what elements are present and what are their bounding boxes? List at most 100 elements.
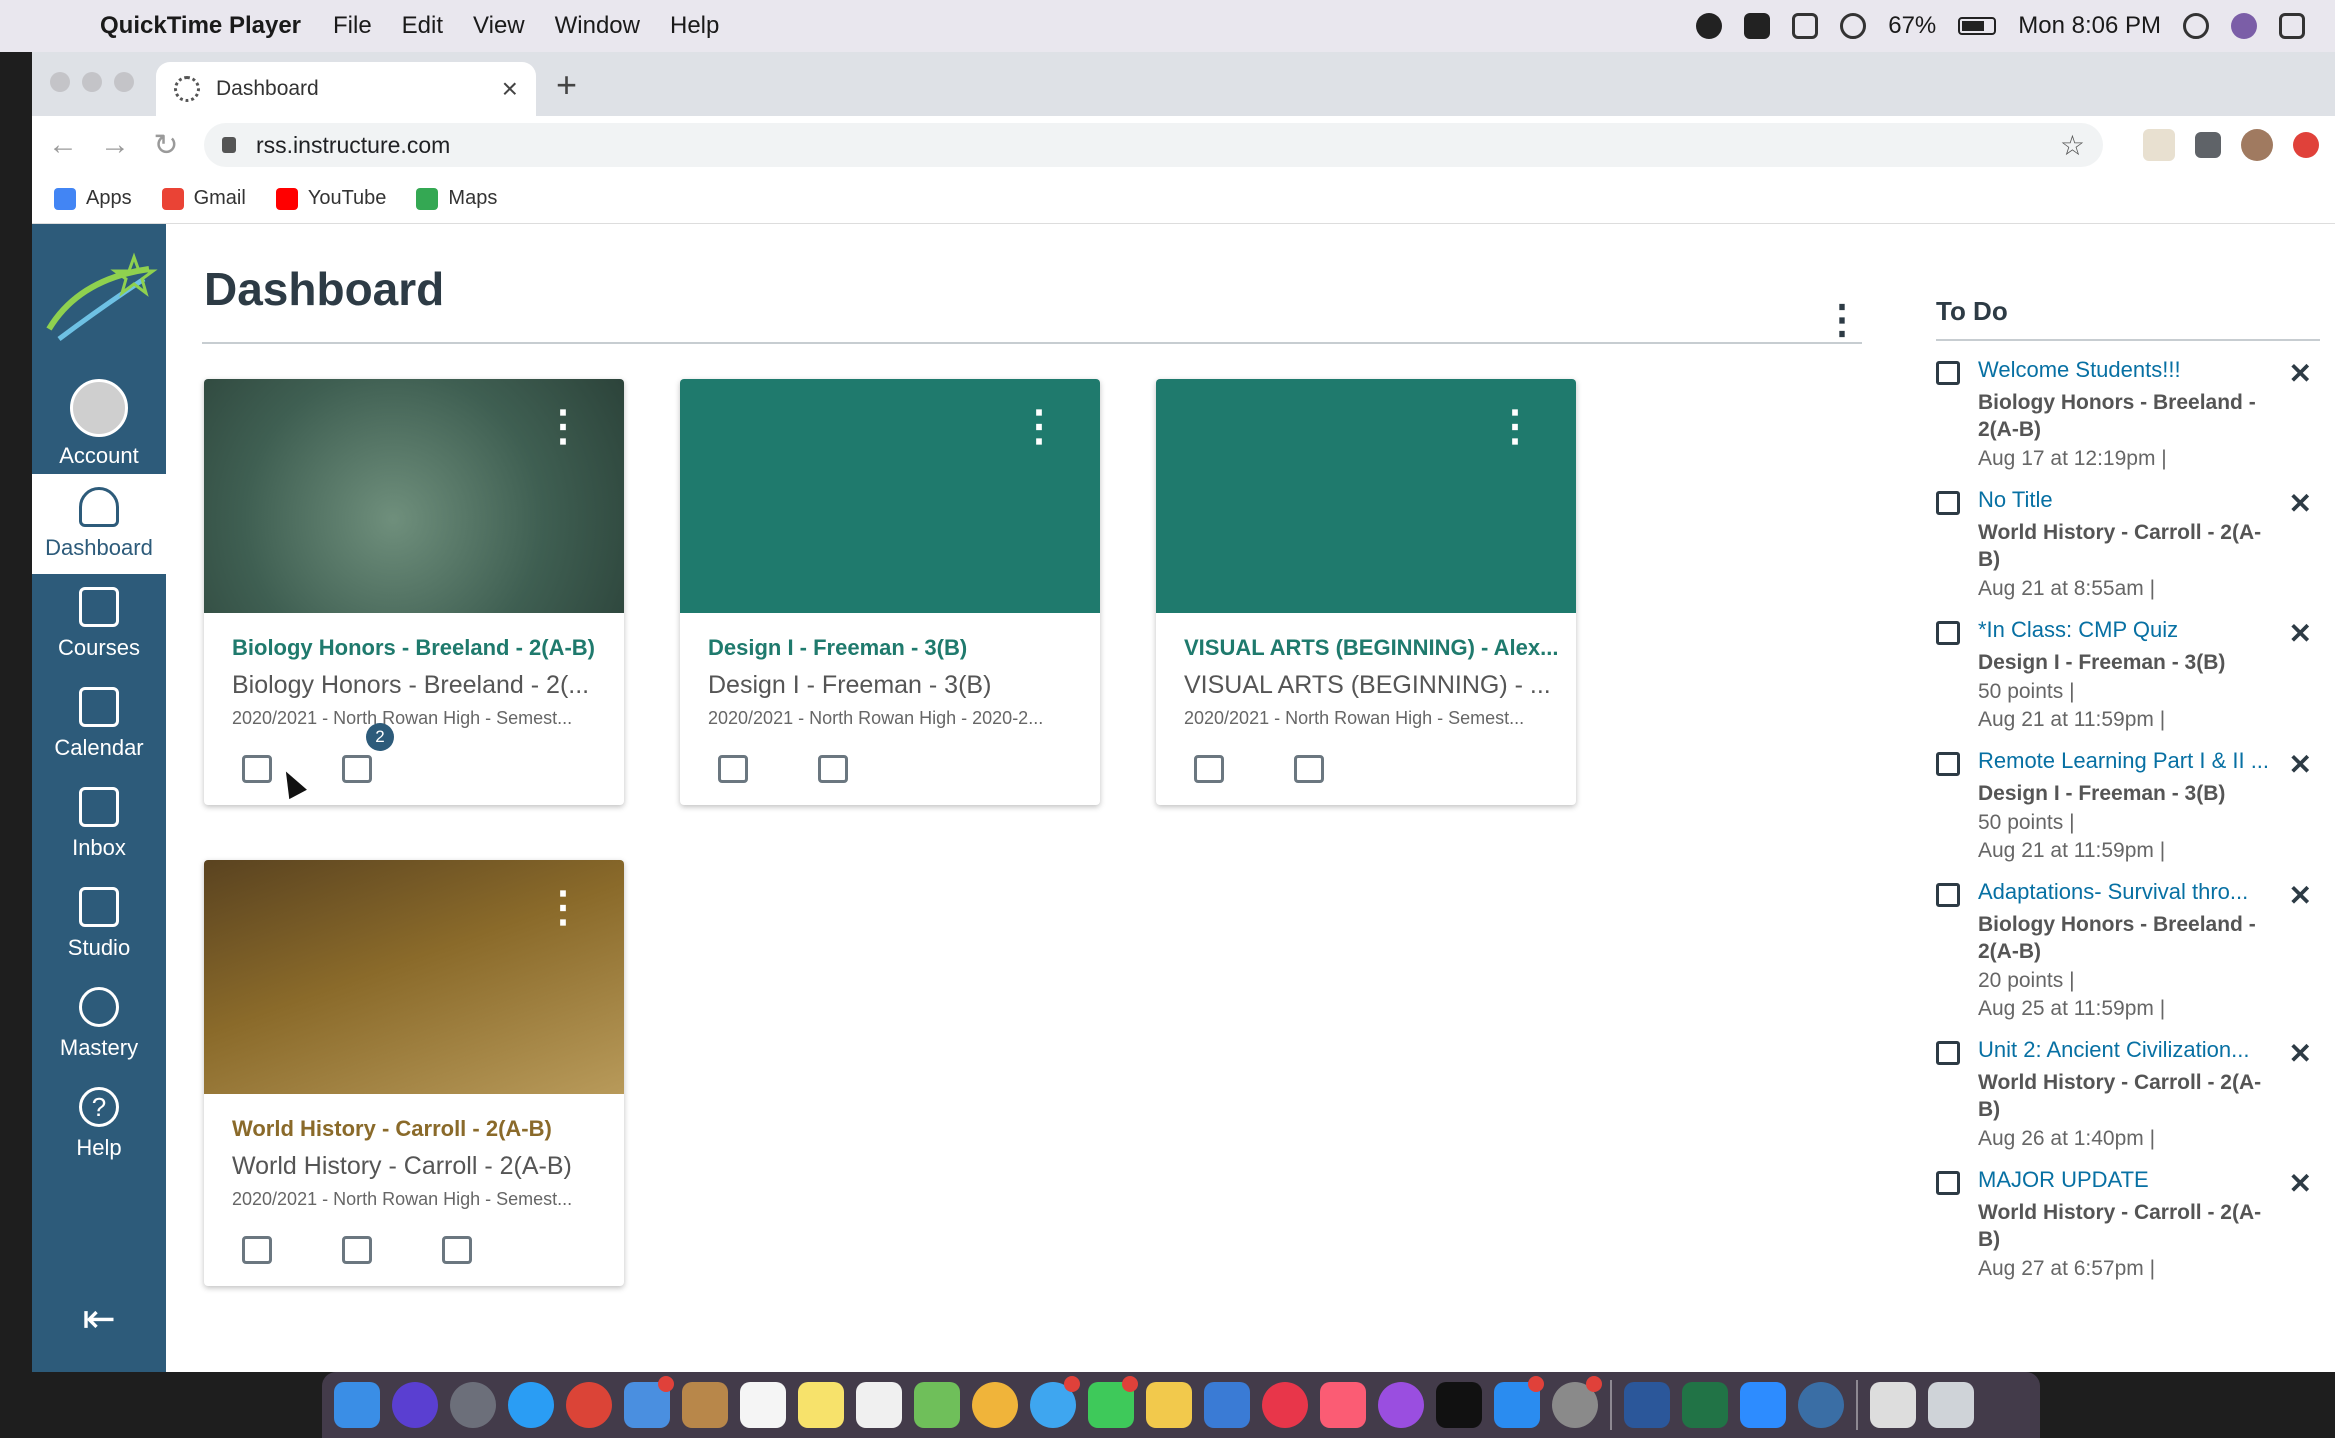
bookmark-gmail[interactable]: Gmail [161, 187, 246, 210]
photos-icon[interactable] [972, 1382, 1018, 1428]
course-card[interactable]: ⋮ Design I - Freeman - 3(B) Design I - F… [680, 379, 1100, 805]
back-icon[interactable]: ← [48, 128, 78, 162]
minimize-window-button[interactable] [82, 72, 102, 92]
wifi-icon[interactable] [1840, 13, 1867, 39]
finder-icon[interactable] [334, 1382, 380, 1428]
menu-edit[interactable]: Edit [402, 12, 443, 40]
music-icon[interactable] [1320, 1382, 1366, 1428]
bookmark-maps[interactable]: Maps [416, 187, 497, 210]
nav-studio[interactable]: Studio [32, 874, 166, 974]
course-card[interactable]: ⋮ VISUAL ARTS (BEGINNING) - Alex... VISU… [1156, 379, 1576, 805]
extension-icon[interactable] [2143, 129, 2175, 161]
card-title[interactable]: World History - Carroll - 2(A-B) [232, 1116, 624, 1142]
stop-recording-icon[interactable] [1696, 13, 1723, 39]
discussions-icon[interactable] [342, 755, 372, 783]
menu-help[interactable]: Help [670, 12, 719, 40]
trash-icon[interactable] [1928, 1382, 1974, 1428]
dashboard-options-icon[interactable]: ⋮ [1822, 300, 1862, 340]
zoom-icon[interactable] [1740, 1382, 1786, 1428]
dismiss-icon[interactable]: ✕ [2289, 748, 2312, 781]
keynote-icon[interactable] [1204, 1382, 1250, 1428]
card-options-icon[interactable]: ⋮ [542, 886, 584, 928]
discussions-icon[interactable] [442, 1236, 472, 1264]
todo-link[interactable]: Unit 2: Ancient Civilization... [1978, 1037, 2280, 1063]
spotlight-search-icon[interactable] [2183, 13, 2209, 39]
forward-icon[interactable]: → [100, 128, 130, 162]
safari-icon[interactable] [508, 1382, 554, 1428]
reload-icon[interactable]: ↻ [152, 128, 180, 163]
card-options-icon[interactable]: ⋮ [1494, 405, 1536, 447]
update-icon[interactable] [2293, 132, 2319, 158]
mail-icon[interactable] [624, 1376, 674, 1428]
menu-view[interactable]: View [473, 12, 525, 40]
assignments-icon[interactable] [342, 1236, 372, 1264]
nav-mastery[interactable]: Mastery [32, 974, 166, 1074]
zoom-window-button[interactable] [114, 72, 134, 92]
collapse-nav-icon[interactable]: ⇤ [32, 1296, 166, 1342]
todo-link[interactable]: Remote Learning Part I & II ... [1978, 748, 2280, 774]
app-name-menu[interactable]: QuickTime Player [100, 12, 301, 40]
siri-icon[interactable] [2231, 13, 2257, 39]
tab-dashboard[interactable]: Dashboard × [156, 62, 536, 116]
nav-inbox[interactable]: Inbox [32, 774, 166, 874]
profile-avatar[interactable] [2241, 129, 2273, 161]
screen-recorder-icon[interactable] [1744, 13, 1771, 39]
siri-dock-icon[interactable] [392, 1382, 438, 1428]
calendar-dock-icon[interactable] [740, 1382, 786, 1428]
todo-link[interactable]: *In Class: CMP Quiz [1978, 617, 2280, 643]
close-window-button[interactable] [50, 72, 70, 92]
school-logo[interactable] [32, 224, 166, 374]
dismiss-icon[interactable]: ✕ [2289, 617, 2312, 650]
card-options-icon[interactable]: ⋮ [542, 405, 584, 447]
news-icon[interactable] [1262, 1382, 1308, 1428]
dismiss-icon[interactable]: ✕ [2289, 487, 2312, 520]
todo-link[interactable]: No Title [1978, 487, 2280, 513]
dismiss-icon[interactable]: ✕ [2289, 357, 2312, 390]
apple-tv-icon[interactable] [1436, 1382, 1482, 1428]
todo-link[interactable]: Adaptations- Survival thro... [1978, 879, 2280, 905]
contacts-icon[interactable] [682, 1382, 728, 1428]
todo-link[interactable]: MAJOR UPDATE [1978, 1167, 2280, 1193]
chrome-icon[interactable] [566, 1382, 612, 1428]
podcasts-icon[interactable] [1378, 1382, 1424, 1428]
system-preferences-icon[interactable] [1552, 1376, 1602, 1428]
card-title[interactable]: Design I - Freeman - 3(B) [708, 635, 1100, 661]
card-hero-color[interactable]: ⋮ [1156, 379, 1576, 613]
discussions-icon[interactable] [1294, 755, 1324, 783]
new-tab-button[interactable]: + [556, 64, 577, 106]
nav-calendar[interactable]: Calendar [32, 674, 166, 774]
notes-icon[interactable] [798, 1382, 844, 1428]
course-card[interactable]: ⋮ Biology Honors - Breeland - 2(A-B) Bio… [204, 379, 624, 805]
announcements-icon[interactable] [242, 1236, 272, 1264]
downloads-stack-icon[interactable] [1870, 1382, 1916, 1428]
app-store-icon[interactable] [1494, 1376, 1544, 1428]
dismiss-icon[interactable]: ✕ [2289, 1167, 2312, 1200]
quicktime-icon[interactable] [1798, 1382, 1844, 1428]
address-bar[interactable]: rss.instructure.com ☆ [204, 123, 2103, 167]
excel-icon[interactable] [1682, 1382, 1728, 1428]
assignments-icon[interactable] [1194, 755, 1224, 783]
control-center-icon[interactable] [2279, 13, 2305, 39]
dismiss-icon[interactable]: ✕ [2289, 1037, 2312, 1070]
lock-icon[interactable] [222, 137, 236, 153]
course-card[interactable]: ⋮ World History - Carroll - 2(A-B) World… [204, 860, 624, 1286]
facetime-icon[interactable] [1088, 1376, 1138, 1428]
nav-courses[interactable]: Courses [32, 574, 166, 674]
messages-icon[interactable] [1030, 1376, 1080, 1428]
menu-file[interactable]: File [333, 12, 372, 40]
maps-dock-icon[interactable] [914, 1382, 960, 1428]
menubar-clock[interactable]: Mon 8:06 PM [2018, 12, 2161, 40]
nav-account[interactable]: Account [32, 374, 166, 474]
launchpad-icon[interactable] [450, 1382, 496, 1428]
card-hero-color[interactable]: ⋮ [680, 379, 1100, 613]
pages-icon[interactable] [1146, 1382, 1192, 1428]
announcements-icon[interactable] [718, 755, 748, 783]
dismiss-icon[interactable]: ✕ [2289, 879, 2312, 912]
nav-help[interactable]: ? Help [32, 1074, 166, 1174]
menu-window[interactable]: Window [555, 12, 640, 40]
card-title[interactable]: Biology Honors - Breeland - 2(A-B) [232, 635, 624, 661]
nav-dashboard[interactable]: Dashboard [32, 474, 166, 574]
announcements-icon[interactable] [242, 755, 272, 783]
discussions-icon[interactable] [818, 755, 848, 783]
close-tab-icon[interactable]: × [502, 73, 518, 105]
